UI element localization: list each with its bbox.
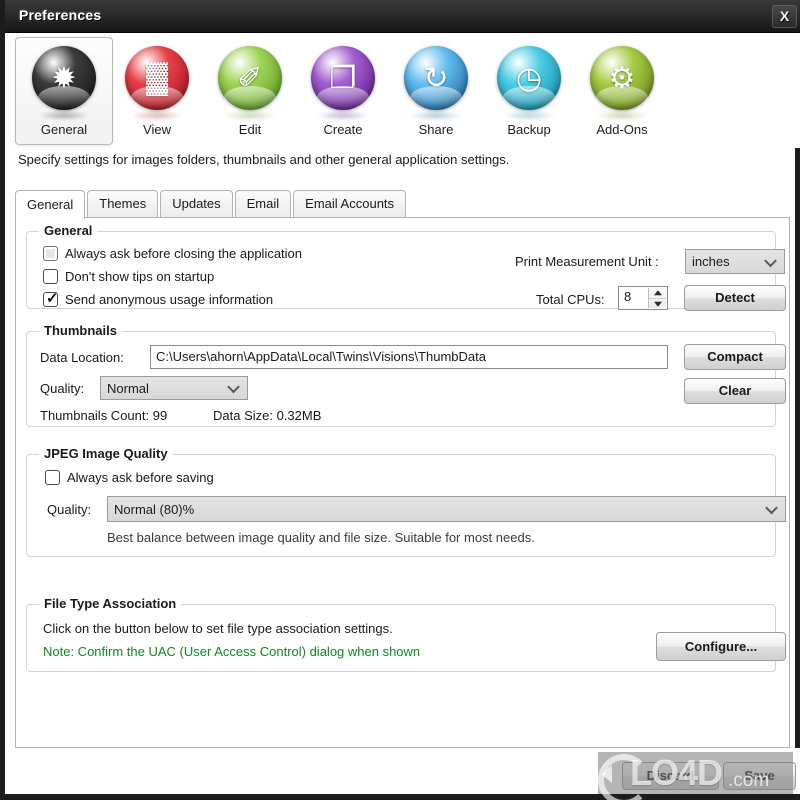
edit-brush-icon: ✐ <box>218 46 282 110</box>
checkbox-label: Don't show tips on startup <box>65 269 215 284</box>
icon-glyph: ✹ <box>51 61 77 95</box>
detect-button[interactable]: Detect <box>684 285 786 311</box>
checkbox-box[interactable] <box>43 246 58 261</box>
group-file-type-association: File Type Association Click on the butto… <box>26 596 786 672</box>
icon-reflection <box>409 110 463 121</box>
tab-panel-general: General Always ask before closing the ap… <box>15 217 790 748</box>
title-bar: Preferences X <box>5 0 800 33</box>
icon-glyph: ↻ <box>423 61 449 95</box>
total-cpus-label: Total CPUs: <box>536 292 605 307</box>
data-location-input[interactable]: C:\Users\ahorn\AppData\Local\Twins\Visio… <box>150 345 668 369</box>
toolbar-item-share[interactable]: ↻ Share <box>387 37 485 145</box>
total-cpus-value: 8 <box>624 289 632 304</box>
icon-glyph: ❐ <box>329 61 357 95</box>
tab-general[interactable]: General <box>15 190 86 219</box>
toolbar-item-view[interactable]: ▓ View <box>108 37 206 145</box>
thumbnails-count-text: Thumbnails Count: 99 <box>40 408 168 423</box>
tab-email-accounts[interactable]: Email Accounts <box>293 190 407 217</box>
checkbox-box[interactable]: ✓ <box>43 290 59 307</box>
toolbar-item-label: Share <box>418 122 454 137</box>
thumbnail-quality-label: Quality: <box>40 381 85 396</box>
backup-clock-icon: ◷ <box>497 46 561 110</box>
toolbar-item-backup[interactable]: ◷ Backup <box>480 37 578 145</box>
toolbar-item-label: View <box>143 122 171 137</box>
toolbar-item-label: Edit <box>238 122 262 137</box>
chevron-down-icon <box>766 255 777 266</box>
toolbar-item-label: Backup <box>507 122 551 137</box>
icon-reflection <box>595 110 649 121</box>
checkbox-label: Always ask before saving <box>67 470 214 485</box>
jpeg-quality-value: Normal (80)% <box>114 502 195 517</box>
group-thumbnails: Thumbnails Data Location: C:\Users\ahorn… <box>26 323 786 427</box>
group-file-type-title: File Type Association <box>39 596 182 611</box>
icon-reflection <box>130 110 184 121</box>
toolbar-item-label: Create <box>323 122 363 137</box>
toolbar-item-general[interactable]: ✹ General <box>15 37 113 145</box>
checkbox-label: Always ask before closing the applicatio… <box>65 246 303 261</box>
icon-glyph: ✐ <box>237 61 263 95</box>
icon-glyph: ▓ <box>146 61 168 94</box>
icon-reflection <box>223 110 277 121</box>
thumbnails-data-size-text: Data Size: 0.32MB <box>213 408 322 423</box>
jpeg-quality-select[interactable]: Normal (80)% <box>107 496 786 522</box>
chevron-down-icon <box>767 502 778 513</box>
create-page-icon: ❐ <box>311 46 375 110</box>
icon-reflection <box>37 110 91 121</box>
group-thumbnails-title: Thumbnails <box>39 323 122 338</box>
group-jpeg-image-quality: JPEG Image Quality Always ask before sav… <box>26 446 786 557</box>
category-toolbar: ✹ General ▓ View ✐ Edit ❐ Create ↻ Share ◷ Backup ⚙ A… <box>10 33 800 148</box>
print-measurement-unit-label: Print Measurement Unit : <box>515 254 659 269</box>
arrow-down-icon <box>653 301 662 307</box>
page-description: Specify settings for images folders, thu… <box>18 152 510 167</box>
toolbar-item-add-ons[interactable]: ⚙ Add-Ons <box>573 37 671 145</box>
checkbox-box[interactable] <box>45 470 60 485</box>
checkbox-label: Send anonymous usage information <box>65 292 274 307</box>
toolbar-item-label: General <box>40 122 88 137</box>
check-icon: ✓ <box>46 290 59 307</box>
window-title: Preferences <box>19 7 102 23</box>
compact-button[interactable]: Compact <box>684 344 786 370</box>
file-type-instruction: Click on the button below to set file ty… <box>43 621 393 636</box>
tab-updates[interactable]: Updates <box>160 190 233 217</box>
group-jpeg-title: JPEG Image Quality <box>39 446 173 461</box>
icon-glyph: ◷ <box>515 61 543 95</box>
chevron-down-icon <box>229 381 240 392</box>
jpeg-quality-label: Quality: <box>47 502 92 517</box>
total-cpus-stepper[interactable]: 8 <box>618 286 668 310</box>
thumbnail-quality-value: Normal <box>107 381 149 396</box>
print-measurement-unit-select[interactable]: inches <box>685 249 785 274</box>
icon-reflection <box>316 110 370 121</box>
jpeg-quality-hint: Best balance between image quality and f… <box>107 530 535 545</box>
close-icon[interactable]: X <box>772 5 797 28</box>
group-general: General Always ask before closing the ap… <box>26 223 786 311</box>
group-general-title: General <box>39 223 98 238</box>
toolbar-item-label: Add-Ons <box>596 122 648 137</box>
stepper-down-button[interactable] <box>649 299 666 309</box>
tab-strip: General Themes Updates Email Email Accounts <box>15 190 408 219</box>
view-filmstrip-icon: ▓ <box>125 46 189 110</box>
dialog-footer: Discard Save <box>10 748 800 794</box>
share-arrows-icon: ↻ <box>404 46 468 110</box>
file-type-uac-note: Note: Confirm the UAC (User Access Contr… <box>43 644 421 659</box>
thumbnail-quality-select[interactable]: Normal <box>100 376 248 400</box>
toolbar-item-edit[interactable]: ✐ Edit <box>201 37 299 145</box>
stepper-up-button[interactable] <box>649 288 666 299</box>
configure-button[interactable]: Configure... <box>656 632 786 661</box>
stepper-buttons[interactable] <box>648 288 666 308</box>
clear-button[interactable]: Clear <box>684 378 786 404</box>
save-button[interactable]: Save <box>723 762 796 790</box>
preferences-window: Preferences X ✹ General ▓ View ✐ Edit ❐ Create ↻… <box>0 0 800 800</box>
icon-glyph: ⚙ <box>608 61 636 95</box>
checkbox-box[interactable] <box>43 269 58 284</box>
print-measurement-unit-value: inches <box>692 254 730 269</box>
toolbar-item-create[interactable]: ❐ Create <box>294 37 392 145</box>
icon-reflection <box>502 110 556 121</box>
arrow-up-icon <box>653 290 662 296</box>
tab-themes[interactable]: Themes <box>87 190 159 217</box>
addons-gears-icon: ⚙ <box>590 46 654 110</box>
tab-email[interactable]: Email <box>234 190 292 217</box>
discard-button[interactable]: Discard <box>622 762 719 790</box>
general-gear-icon: ✹ <box>32 46 96 110</box>
data-location-label: Data Location: <box>40 350 124 365</box>
